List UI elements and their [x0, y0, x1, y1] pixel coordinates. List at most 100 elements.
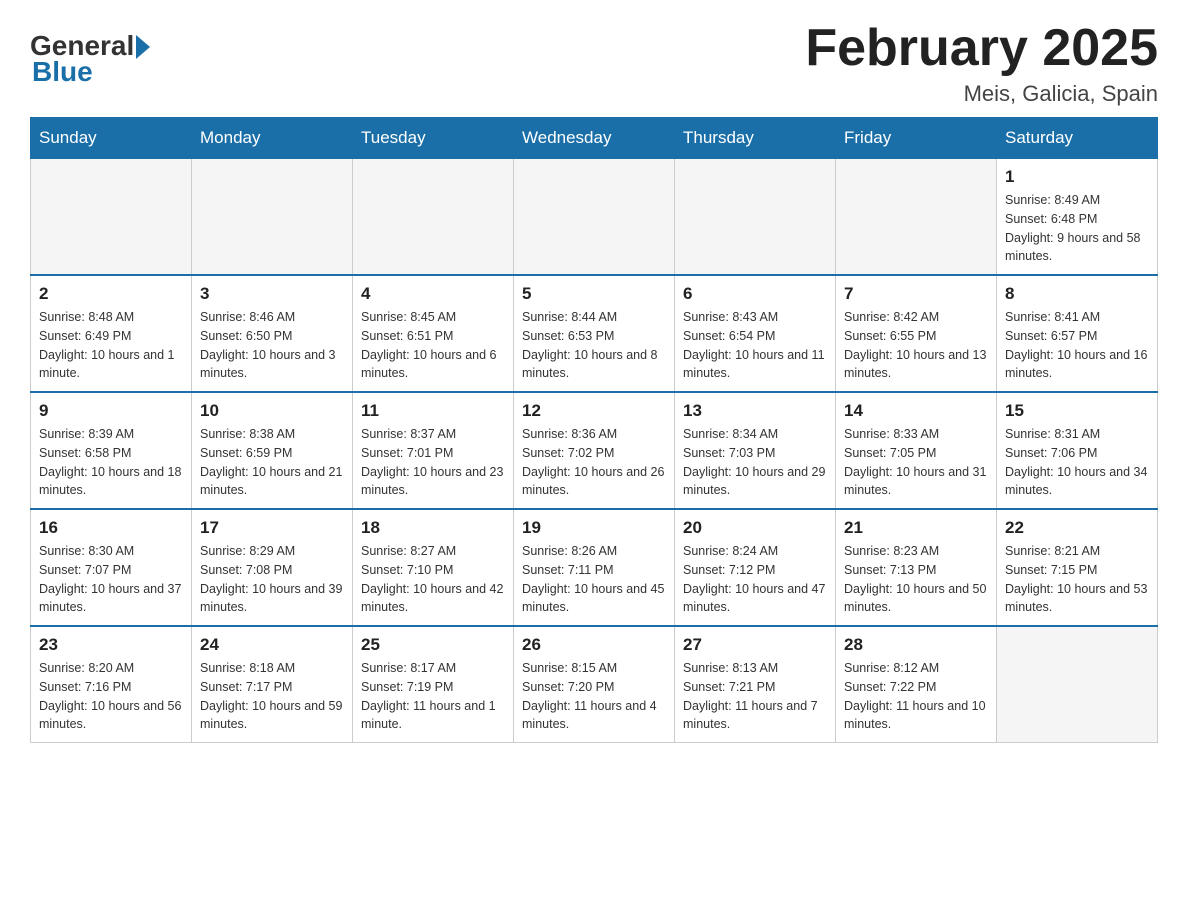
calendar-day-cell: 3 Sunrise: 8:46 AMSunset: 6:50 PMDaylight…	[192, 275, 353, 392]
calendar-day-cell: 21Sunrise: 8:23 AMSunset: 7:13 PMDayligh…	[836, 509, 997, 626]
calendar-day-cell: 18 Sunrise: 8:27 AMSunset: 7:10 PMDayligh…	[353, 509, 514, 626]
calendar-week-row: 2 Sunrise: 8:48 AMSunset: 6:49 PMDaylight…	[31, 275, 1158, 392]
day-number: 3	[200, 284, 344, 304]
calendar-day-cell: 20 Sunrise: 8:24 AMSunset: 7:12 PMDayligh…	[675, 509, 836, 626]
day-number: 10	[200, 401, 344, 421]
calendar-header-row: SundayMondayTuesdayWednesdayThursdayFrid…	[31, 118, 1158, 159]
day-number: 25	[361, 635, 505, 655]
day-info: Sunrise: 8:38 AMSunset: 6:59 PMDaylight:…	[200, 425, 344, 500]
day-number: 1	[1005, 167, 1149, 187]
day-number: 24	[200, 635, 344, 655]
calendar-day-cell: 6Sunrise: 8:43 AMSunset: 6:54 PMDaylight…	[675, 275, 836, 392]
day-info: Sunrise: 8:12 AMSunset: 7:22 PMDaylight:…	[844, 659, 988, 734]
calendar-day-cell: 9Sunrise: 8:39 AMSunset: 6:58 PMDaylight…	[31, 392, 192, 509]
day-number: 27	[683, 635, 827, 655]
calendar-day-cell: 22Sunrise: 8:21 AMSunset: 7:15 PMDayligh…	[997, 509, 1158, 626]
day-info: Sunrise: 8:27 AMSunset: 7:10 PMDaylight:…	[361, 542, 505, 617]
calendar-day-cell	[31, 159, 192, 276]
day-info: Sunrise: 8:41 AMSunset: 6:57 PMDaylight:…	[1005, 308, 1149, 383]
day-info: Sunrise: 8:37 AMSunset: 7:01 PMDaylight:…	[361, 425, 505, 500]
calendar-day-cell: 8 Sunrise: 8:41 AMSunset: 6:57 PMDaylight…	[997, 275, 1158, 392]
calendar-day-cell: 7 Sunrise: 8:42 AMSunset: 6:55 PMDaylight…	[836, 275, 997, 392]
day-number: 21	[844, 518, 988, 538]
day-info: Sunrise: 8:24 AMSunset: 7:12 PMDaylight:…	[683, 542, 827, 617]
day-number: 13	[683, 401, 827, 421]
day-info: Sunrise: 8:18 AMSunset: 7:17 PMDaylight:…	[200, 659, 344, 734]
day-info: Sunrise: 8:33 AMSunset: 7:05 PMDaylight:…	[844, 425, 988, 500]
day-number: 18	[361, 518, 505, 538]
day-info: Sunrise: 8:42 AMSunset: 6:55 PMDaylight:…	[844, 308, 988, 383]
day-number: 8	[1005, 284, 1149, 304]
day-number: 16	[39, 518, 183, 538]
calendar-day-cell: 2 Sunrise: 8:48 AMSunset: 6:49 PMDaylight…	[31, 275, 192, 392]
column-header-thursday: Thursday	[675, 118, 836, 159]
calendar-day-cell: 14 Sunrise: 8:33 AMSunset: 7:05 PMDayligh…	[836, 392, 997, 509]
calendar-day-cell: 15Sunrise: 8:31 AMSunset: 7:06 PMDayligh…	[997, 392, 1158, 509]
calendar-day-cell	[675, 159, 836, 276]
day-info: Sunrise: 8:46 AMSunset: 6:50 PMDaylight:…	[200, 308, 344, 383]
day-info: Sunrise: 8:44 AMSunset: 6:53 PMDaylight:…	[522, 308, 666, 383]
logo-blue-text: Blue	[32, 56, 150, 88]
calendar-day-cell: 13 Sunrise: 8:34 AMSunset: 7:03 PMDayligh…	[675, 392, 836, 509]
logo-text: General Blue	[30, 30, 150, 88]
day-number: 26	[522, 635, 666, 655]
page-header: General Blue February 2025 Meis, Galicia…	[30, 20, 1158, 107]
calendar-day-cell: 5 Sunrise: 8:44 AMSunset: 6:53 PMDaylight…	[514, 275, 675, 392]
calendar-day-cell: 17 Sunrise: 8:29 AMSunset: 7:08 PMDayligh…	[192, 509, 353, 626]
calendar-day-cell: 11Sunrise: 8:37 AMSunset: 7:01 PMDayligh…	[353, 392, 514, 509]
day-number: 6	[683, 284, 827, 304]
day-info: Sunrise: 8:34 AMSunset: 7:03 PMDaylight:…	[683, 425, 827, 500]
day-info: Sunrise: 8:20 AMSunset: 7:16 PMDaylight:…	[39, 659, 183, 734]
day-info: Sunrise: 8:13 AMSunset: 7:21 PMDaylight:…	[683, 659, 827, 734]
day-info: Sunrise: 8:49 AMSunset: 6:48 PMDaylight:…	[1005, 191, 1149, 266]
day-number: 9	[39, 401, 183, 421]
day-number: 23	[39, 635, 183, 655]
day-info: Sunrise: 8:45 AMSunset: 6:51 PMDaylight:…	[361, 308, 505, 383]
calendar-day-cell	[836, 159, 997, 276]
calendar-table: SundayMondayTuesdayWednesdayThursdayFrid…	[30, 117, 1158, 743]
calendar-day-cell: 19 Sunrise: 8:26 AMSunset: 7:11 PMDayligh…	[514, 509, 675, 626]
day-info: Sunrise: 8:31 AMSunset: 7:06 PMDaylight:…	[1005, 425, 1149, 500]
title-section: February 2025 Meis, Galicia, Spain	[805, 20, 1158, 107]
day-number: 12	[522, 401, 666, 421]
calendar-day-cell	[192, 159, 353, 276]
calendar-day-cell	[353, 159, 514, 276]
day-number: 4	[361, 284, 505, 304]
column-header-saturday: Saturday	[997, 118, 1158, 159]
calendar-week-row: 1 Sunrise: 8:49 AMSunset: 6:48 PMDaylight…	[31, 159, 1158, 276]
calendar-day-cell: 27 Sunrise: 8:13 AMSunset: 7:21 PMDayligh…	[675, 626, 836, 743]
calendar-day-cell	[997, 626, 1158, 743]
calendar-week-row: 16 Sunrise: 8:30 AMSunset: 7:07 PMDayligh…	[31, 509, 1158, 626]
calendar-subtitle: Meis, Galicia, Spain	[805, 81, 1158, 107]
day-number: 17	[200, 518, 344, 538]
calendar-day-cell: 12Sunrise: 8:36 AMSunset: 7:02 PMDayligh…	[514, 392, 675, 509]
calendar-day-cell: 28 Sunrise: 8:12 AMSunset: 7:22 PMDayligh…	[836, 626, 997, 743]
calendar-day-cell: 26 Sunrise: 8:15 AMSunset: 7:20 PMDayligh…	[514, 626, 675, 743]
calendar-week-row: 9Sunrise: 8:39 AMSunset: 6:58 PMDaylight…	[31, 392, 1158, 509]
day-info: Sunrise: 8:15 AMSunset: 7:20 PMDaylight:…	[522, 659, 666, 734]
day-info: Sunrise: 8:30 AMSunset: 7:07 PMDaylight:…	[39, 542, 183, 617]
calendar-day-cell: 24 Sunrise: 8:18 AMSunset: 7:17 PMDayligh…	[192, 626, 353, 743]
day-number: 28	[844, 635, 988, 655]
day-info: Sunrise: 8:29 AMSunset: 7:08 PMDaylight:…	[200, 542, 344, 617]
day-number: 7	[844, 284, 988, 304]
column-header-sunday: Sunday	[31, 118, 192, 159]
logo: General Blue	[30, 30, 150, 88]
calendar-day-cell: 10 Sunrise: 8:38 AMSunset: 6:59 PMDayligh…	[192, 392, 353, 509]
day-info: Sunrise: 8:48 AMSunset: 6:49 PMDaylight:…	[39, 308, 183, 383]
day-number: 19	[522, 518, 666, 538]
column-header-tuesday: Tuesday	[353, 118, 514, 159]
calendar-day-cell: 25 Sunrise: 8:17 AMSunset: 7:19 PMDayligh…	[353, 626, 514, 743]
day-number: 5	[522, 284, 666, 304]
column-header-monday: Monday	[192, 118, 353, 159]
day-info: Sunrise: 8:26 AMSunset: 7:11 PMDaylight:…	[522, 542, 666, 617]
day-number: 22	[1005, 518, 1149, 538]
day-number: 20	[683, 518, 827, 538]
column-header-friday: Friday	[836, 118, 997, 159]
calendar-day-cell: 1 Sunrise: 8:49 AMSunset: 6:48 PMDaylight…	[997, 159, 1158, 276]
calendar-week-row: 23 Sunrise: 8:20 AMSunset: 7:16 PMDayligh…	[31, 626, 1158, 743]
day-number: 14	[844, 401, 988, 421]
calendar-day-cell: 16 Sunrise: 8:30 AMSunset: 7:07 PMDayligh…	[31, 509, 192, 626]
day-number: 2	[39, 284, 183, 304]
day-info: Sunrise: 8:17 AMSunset: 7:19 PMDaylight:…	[361, 659, 505, 734]
